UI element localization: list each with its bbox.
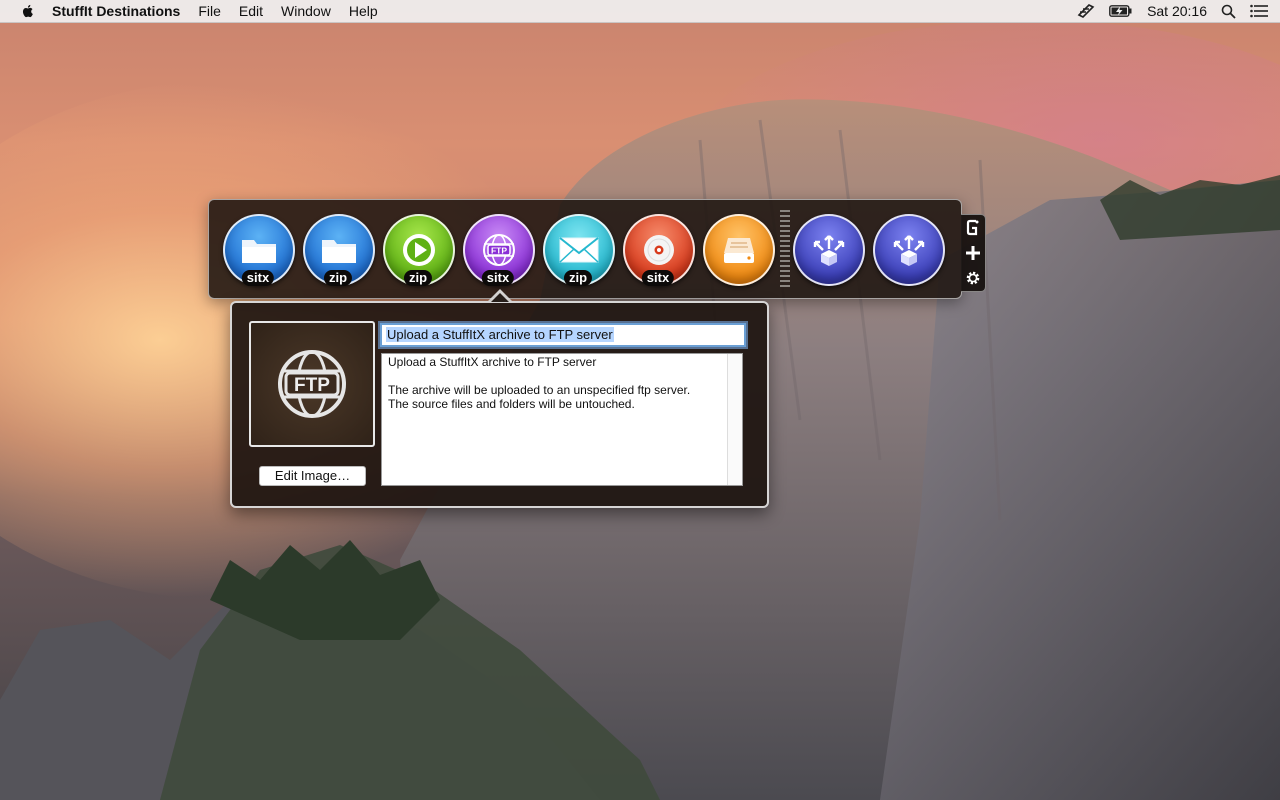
destination-drive[interactable] <box>703 214 775 288</box>
stuffit-status-icon[interactable] <box>1077 3 1095 19</box>
destination-zip-mail[interactable]: zip <box>543 214 615 288</box>
popover-arrow-fill <box>491 293 509 302</box>
destination-tag: zip <box>563 270 593 286</box>
destination-sitx-disc[interactable]: sitx <box>623 214 695 288</box>
destination-title-text: Upload a StuffItX archive to FTP server <box>386 327 614 342</box>
destination-expand-1[interactable] <box>793 214 865 288</box>
drive-icon <box>724 238 754 263</box>
mail-icon <box>559 237 599 263</box>
destination-sitx-ftp[interactable]: FTP sitx <box>463 214 535 288</box>
destination-image-well[interactable]: FTP <box>249 321 375 447</box>
destination-tag: zip <box>403 270 433 286</box>
gesture-icon[interactable] <box>964 219 982 237</box>
destination-zip-open[interactable]: zip <box>383 214 455 288</box>
toolbar-side-controls <box>961 214 986 292</box>
menu-file[interactable]: File <box>198 3 221 19</box>
apple-icon[interactable] <box>20 3 36 19</box>
destination-tag: sitx <box>641 270 675 286</box>
description-scrollbar[interactable] <box>727 354 742 485</box>
folder-icon <box>242 240 276 263</box>
svg-text:FTP: FTP <box>491 246 507 256</box>
ftp-globe-icon: FTP <box>483 234 515 266</box>
destination-tag: sitx <box>481 270 515 286</box>
destination-description-field[interactable]: Upload a StuffItX archive to FTP server … <box>381 353 743 486</box>
destination-tag: zip <box>323 270 353 286</box>
destination-editor-popover: FTP Edit Image… Upload a StuffItX archiv… <box>230 301 769 508</box>
menu-app-name[interactable]: StuffIt Destinations <box>52 3 180 19</box>
expand-box-icon <box>813 235 845 266</box>
play-icon <box>403 234 435 266</box>
menu-edit[interactable]: Edit <box>239 3 263 19</box>
expand-box-icon <box>893 235 925 266</box>
menu-window[interactable]: Window <box>281 3 331 19</box>
notification-center-icon[interactable] <box>1250 4 1268 18</box>
description-line: The archive will be uploaded to an unspe… <box>388 383 691 397</box>
description-line: Upload a StuffItX archive to FTP server <box>388 355 597 369</box>
destination-zip-folder[interactable]: zip <box>303 214 375 288</box>
destination-title-field[interactable]: Upload a StuffItX archive to FTP server <box>380 323 746 347</box>
toolbar-resize-grip[interactable] <box>780 210 790 290</box>
spotlight-search-icon[interactable] <box>1221 4 1236 19</box>
disc-icon <box>644 235 674 265</box>
menu-clock[interactable]: Sat 20:16 <box>1147 3 1207 19</box>
folder-icon <box>322 240 356 263</box>
add-icon[interactable] <box>964 244 982 262</box>
destination-sitx-folder[interactable]: sitx <box>223 214 295 288</box>
gear-icon[interactable] <box>964 269 982 287</box>
image-ftp-label: FTP <box>294 375 330 396</box>
edit-image-button[interactable]: Edit Image… <box>259 466 366 486</box>
description-line: The source files and folders will be unt… <box>388 397 635 411</box>
destinations-toolbar: sitx zip zip FTP sitx zip sitx <box>208 199 962 299</box>
menu-help[interactable]: Help <box>349 3 378 19</box>
description-line <box>388 369 718 383</box>
ftp-globe-icon: FTP <box>278 350 346 418</box>
destination-tag: sitx <box>241 270 275 286</box>
menu-bar: StuffIt Destinations File Edit Window He… <box>0 0 1280 23</box>
battery-charging-icon[interactable] <box>1109 5 1133 17</box>
destination-expand-2[interactable] <box>873 214 945 288</box>
